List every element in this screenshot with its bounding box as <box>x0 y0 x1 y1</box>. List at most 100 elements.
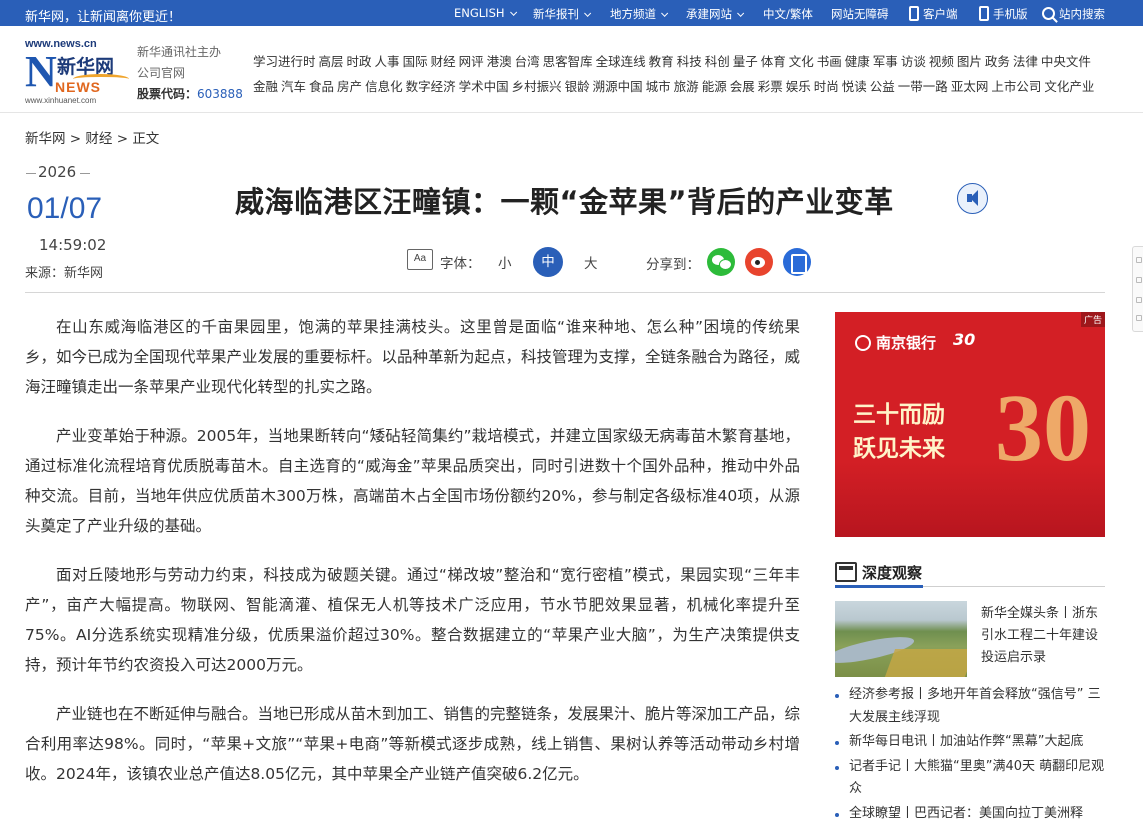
channel-link[interactable]: 港澳 <box>487 54 512 69</box>
channel-link[interactable]: 时政 <box>347 54 372 69</box>
mobile-link[interactable]: 手机版 <box>979 6 1028 22</box>
breadcrumb: 新华网 > 财经 > 正文 <box>25 131 160 147</box>
channel-link[interactable]: 会展 <box>730 79 755 94</box>
channel-link[interactable]: 上市公司 <box>991 79 1041 94</box>
mobile-share-icon[interactable] <box>783 248 811 276</box>
channel-link[interactable]: 文化产业 <box>1044 79 1094 94</box>
weibo-share-icon[interactable] <box>745 248 773 276</box>
channel-link[interactable]: 银龄 <box>565 79 590 94</box>
news-item[interactable]: 记者手记丨大熊猫“里奥”满40天 萌翻印尼观众 <box>835 756 1105 801</box>
channel-link[interactable]: 访谈 <box>901 54 926 69</box>
channel-link[interactable]: 视频 <box>929 54 954 69</box>
breadcrumb-finance[interactable]: 财经 <box>85 131 112 147</box>
feature-caption[interactable]: 新华全媒头条丨浙东引水工程二十年建设投运启示录 <box>981 603 1105 669</box>
site-search-button[interactable]: 站内搜索 <box>1042 6 1105 22</box>
stock-code: 股票代码：603888 <box>137 87 243 101</box>
article-divider <box>25 292 1105 293</box>
phone-icon <box>909 6 919 21</box>
channel-link[interactable]: 人事 <box>375 54 400 69</box>
channel-link[interactable]: 亚太网 <box>951 79 989 94</box>
channel-link[interactable]: 娱乐 <box>786 79 811 94</box>
toolbar-icon[interactable] <box>1136 257 1142 263</box>
publish-date: 01/07 <box>27 192 103 225</box>
channel-link[interactable]: 城市 <box>646 79 671 94</box>
channel-link[interactable]: 教育 <box>649 54 674 69</box>
nav-english[interactable]: ENGLISH <box>454 6 517 20</box>
site-slogan: 新华网，让新闻离你更近！ <box>25 10 182 25</box>
channel-link[interactable]: 房产 <box>337 79 362 94</box>
article-paragraph: 在山东威海临港区的千亩果园里，饱满的苹果挂满枝头。这里曾是面临“谁来种地、怎么种… <box>25 318 801 396</box>
channel-link[interactable]: 量子 <box>733 54 758 69</box>
chevron-down-icon <box>661 9 669 17</box>
site-logo[interactable]: www.news.cn N 新华网 NEWS www.xinhuanet.com <box>25 38 129 106</box>
channel-link[interactable]: 科创 <box>705 54 730 69</box>
channel-link[interactable]: 食品 <box>309 79 334 94</box>
top-bar: 新华网，让新闻离你更近！ ENGLISH 新华报刊 地方频道 承建网站 中文/繁… <box>0 0 1143 26</box>
feature-thumbnail[interactable] <box>835 601 967 677</box>
news-item[interactable]: 经济参考报丨多地开年首会释放“强信号” 三大发展主线浮现 <box>835 684 1105 729</box>
article-body: 在山东威海临港区的千亩果园里，饱满的苹果挂满枝头。这里曾是面临“谁来种地、怎么种… <box>25 312 800 808</box>
channel-link[interactable]: 溯源中国 <box>593 79 643 94</box>
channel-link[interactable]: 法律 <box>1013 54 1038 69</box>
toolbar-icon[interactable] <box>1136 277 1142 283</box>
channel-link[interactable]: 公益 <box>870 79 895 94</box>
nav-accessibility[interactable]: 网站无障碍 <box>831 6 889 22</box>
channel-row: 金融 汽车 食品 房产 信息化 数字经济 学术中国 乡村振兴 银龄 溯源中国 城市 旅游 能源 会展 彩票娱… <box>253 74 1105 99</box>
channel-link[interactable]: 学术中国 <box>459 79 509 94</box>
channel-link[interactable]: 科技 <box>677 54 702 69</box>
channel-link[interactable]: 信息化 <box>365 79 403 94</box>
article-paragraph: 面对丘陵地形与劳动力约束，科技成为破题关键。通过“梯改坡”整治和“宽行密植”模式… <box>25 566 800 674</box>
article-paragraph: 产业链也在不断延伸与融合。当地已形成从苗木到加工、销售的完整链条，发展果汁、脆片… <box>25 705 801 783</box>
channel-row: 学习进行时 高层 时政 人事 国际 财经 网评 港澳 台湾 思客智库 全球连线 教育 科技 科创 量子 体育文… <box>253 49 1105 74</box>
toolbar-icon[interactable] <box>1136 315 1142 321</box>
nav-hosted-sites[interactable]: 承建网站 <box>686 6 745 22</box>
channel-link[interactable]: 汽车 <box>281 79 306 94</box>
article-source: 来源：新华网 <box>25 266 104 281</box>
channel-link[interactable]: 一带一路 <box>898 79 948 94</box>
nav-chinese-traditional[interactable]: 中文/繁体 <box>763 6 813 22</box>
toolbar-icon[interactable] <box>1136 297 1142 303</box>
channel-link[interactable]: 体育 <box>761 54 786 69</box>
floating-toolbar[interactable] <box>1132 246 1143 332</box>
channel-link[interactable]: 网评 <box>459 54 484 69</box>
breadcrumb-home[interactable]: 新华网 <box>25 131 66 147</box>
channel-link[interactable]: 国际 <box>403 54 428 69</box>
search-icon <box>1042 7 1055 20</box>
client-link[interactable]: 客户端 <box>909 6 958 22</box>
channel-link[interactable]: 台湾 <box>515 54 540 69</box>
channel-link[interactable]: 政务 <box>985 54 1010 69</box>
channel-link[interactable]: 金融 <box>253 79 278 94</box>
font-medium-button[interactable]: 中 <box>533 247 563 277</box>
channel-link[interactable]: 学习进行时 <box>253 54 316 69</box>
channel-link[interactable]: 健康 <box>845 54 870 69</box>
channel-link[interactable]: 中央文件 <box>1041 54 1091 69</box>
nav-xinhua-newspapers[interactable]: 新华报刊 <box>533 6 592 22</box>
channel-nav: 学习进行时 高层 时政 人事 国际 财经 网评 港澳 台湾 思客智库 全球连线 教育 科技 科创 量子 体育文… <box>253 49 1105 99</box>
audio-play-button[interactable] <box>957 183 988 214</box>
news-item[interactable]: 全球瞭望丨巴西记者：美国向拉丁美洲释 <box>835 803 1105 825</box>
font-large-button[interactable]: 大 <box>584 252 598 272</box>
channel-link[interactable]: 军事 <box>873 54 898 69</box>
channel-link[interactable]: 财经 <box>431 54 456 69</box>
channel-link[interactable]: 图片 <box>957 54 982 69</box>
bank-ad-banner[interactable]: 广告 30 南京银行 30 三十而励 跃见未来 <box>835 312 1105 537</box>
wechat-share-icon[interactable] <box>707 248 735 276</box>
channel-link[interactable]: 悦读 <box>842 79 867 94</box>
channel-link[interactable]: 旅游 <box>674 79 699 94</box>
channel-link[interactable]: 时尚 <box>814 79 839 94</box>
section-divider <box>835 585 1105 588</box>
font-small-button[interactable]: 小 <box>498 252 512 272</box>
channel-link[interactable]: 文化 <box>789 54 814 69</box>
news-item[interactable]: 新华每日电讯丨加油站作弊“黑幕”大起底 <box>835 731 1105 754</box>
channel-link[interactable]: 能源 <box>702 79 727 94</box>
channel-link[interactable]: 彩票 <box>758 79 783 94</box>
nav-local-channels[interactable]: 地方频道 <box>610 6 669 22</box>
channel-link[interactable]: 书画 <box>817 54 842 69</box>
channel-link[interactable]: 乡村振兴 <box>512 79 562 94</box>
section-icon <box>835 562 857 582</box>
chevron-down-icon <box>584 9 592 17</box>
channel-link[interactable]: 数字经济 <box>406 79 456 94</box>
channel-link[interactable]: 思客智库 <box>543 54 593 69</box>
channel-link[interactable]: 全球连线 <box>596 54 646 69</box>
channel-link[interactable]: 高层 <box>319 54 344 69</box>
